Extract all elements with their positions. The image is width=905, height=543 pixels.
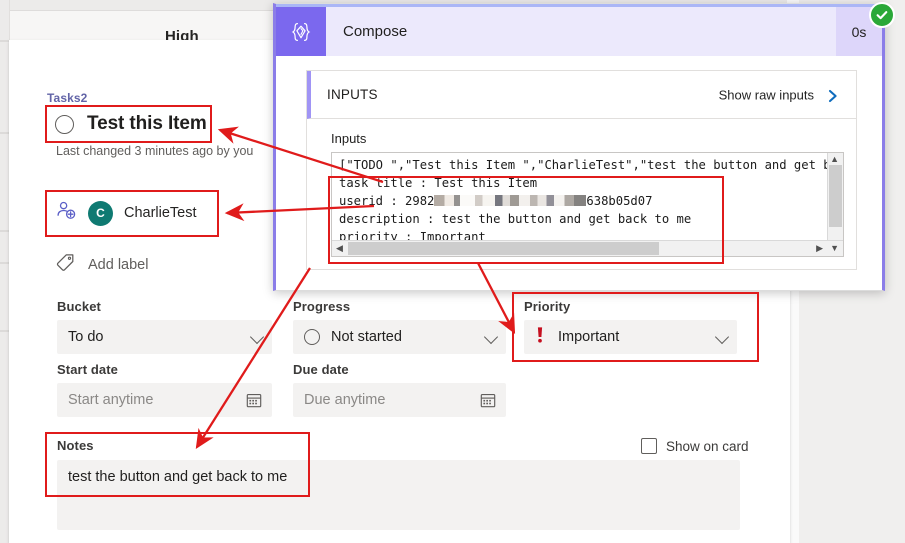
compose-title: Compose [343,23,408,40]
chevron-down-icon[interactable] [249,329,265,345]
notes-value: test the button and get back to me [68,469,288,485]
task-title[interactable]: Test this Item [87,113,207,135]
scroll-up-arrow-icon[interactable]: ▲ [830,155,839,164]
bucket-value: To do [68,329,104,345]
show-raw-inputs-link[interactable]: Show raw inputs [719,87,814,102]
start-date-input[interactable]: Start anytime [57,383,272,417]
tag-icon[interactable] [56,253,75,277]
calendar-icon[interactable] [246,392,262,413]
priority-select[interactable]: Important [524,320,737,354]
assignee-name[interactable]: CharlieTest [124,205,197,221]
inputs-header-title: INPUTS [327,87,378,102]
show-on-card-label: Show on card [666,438,749,454]
circle-unchecked-icon [304,329,320,345]
priority-value: Important [558,329,620,345]
chevron-down-icon[interactable] [483,329,499,345]
inputs-header[interactable]: INPUTS Show raw inputs [307,71,856,119]
inputs-horizontal-scrollbar-thumb[interactable] [348,242,659,255]
progress-value: Not started [331,329,402,345]
scroll-left-arrow-icon[interactable]: ◀ [336,244,343,253]
avatar[interactable]: C [88,200,113,226]
inputs-field-label: Inputs [331,131,367,146]
chevron-down-icon[interactable] [714,329,730,345]
inputs-vertical-scrollbar-thumb[interactable] [829,165,842,227]
bucket-label: Bucket [57,299,101,314]
start-date-label: Start date [57,362,118,377]
due-date-input[interactable]: Due anytime [293,383,506,417]
calendar-icon[interactable] [480,392,496,413]
exclamation-important-icon [535,326,545,349]
circle-unchecked-icon[interactable] [55,114,74,134]
task-last-changed-text: Last changed 3 minutes ago by you [56,144,254,158]
scroll-down-arrow-icon[interactable]: ▼ [830,244,839,253]
compose-header[interactable]: Compose 0s [276,7,882,56]
compose-braces-pencil-icon [276,7,326,56]
inputs-horizontal-scrollbar-track[interactable]: ◀ ▶ ▼ [332,240,843,256]
inputs-vertical-scrollbar-track[interactable]: ▲ [827,153,843,242]
inputs-value-textarea[interactable]: ["TODO ","Test this Item ","CharlieTest"… [331,152,844,257]
rail-divider [0,230,9,232]
add-person-icon[interactable] [56,200,77,226]
add-label-text[interactable]: Add label [88,257,148,273]
inputs-value-text: ["TODO ","Test this Item ","CharlieTest"… [339,158,831,244]
compose-duration: 0s [851,23,867,40]
check-success-icon [869,2,895,28]
task-title-row[interactable]: Test this Item [55,108,207,140]
rail-divider [0,330,9,332]
rail-divider [0,262,9,264]
notes-label: Notes [57,438,94,453]
priority-label: Priority [524,299,571,314]
rail-divider [0,40,9,42]
due-date-placeholder: Due anytime [304,392,386,408]
bucket-select[interactable]: To do [57,320,272,354]
due-date-label: Due date [293,362,349,377]
assignee-row[interactable]: C CharlieTest [56,196,197,230]
progress-select[interactable]: Not started [293,320,506,354]
redacted-userid [434,195,587,206]
show-on-card-row[interactable]: Show on card [641,438,749,454]
scroll-right-arrow-icon[interactable]: ▶ [816,244,823,253]
show-on-card-checkbox[interactable] [641,438,657,454]
plan-name-label[interactable]: Tasks2 [47,91,87,105]
rail-divider [0,132,9,134]
start-date-placeholder: Start anytime [68,392,154,408]
add-label-row[interactable]: Add label [56,252,148,278]
chevron-right-icon[interactable] [827,89,839,108]
progress-label: Progress [293,299,351,314]
